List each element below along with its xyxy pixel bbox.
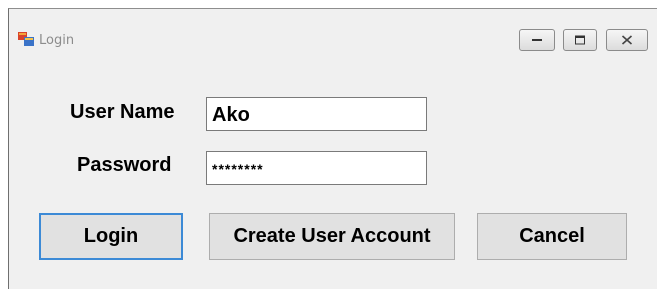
username-input[interactable]: Ako bbox=[206, 97, 427, 131]
username-label: User Name bbox=[70, 101, 175, 123]
login-button[interactable]: Login bbox=[39, 213, 183, 260]
close-icon bbox=[621, 35, 633, 45]
close-button[interactable] bbox=[606, 29, 648, 51]
minimize-icon bbox=[532, 39, 542, 41]
window-title: Login bbox=[39, 33, 75, 48]
title-bar[interactable]: Login bbox=[9, 9, 657, 61]
minimize-button[interactable] bbox=[519, 29, 555, 51]
login-window: Login User Name Ako Password ******** Lo… bbox=[8, 8, 657, 289]
cancel-button[interactable]: Cancel bbox=[477, 213, 627, 260]
create-user-account-button[interactable]: Create User Account bbox=[209, 213, 455, 260]
restore-icon bbox=[575, 35, 585, 45]
password-label: Password bbox=[77, 154, 172, 176]
app-window-icon bbox=[18, 32, 34, 46]
password-input[interactable]: ******** bbox=[206, 151, 427, 185]
restore-button[interactable] bbox=[563, 29, 597, 51]
